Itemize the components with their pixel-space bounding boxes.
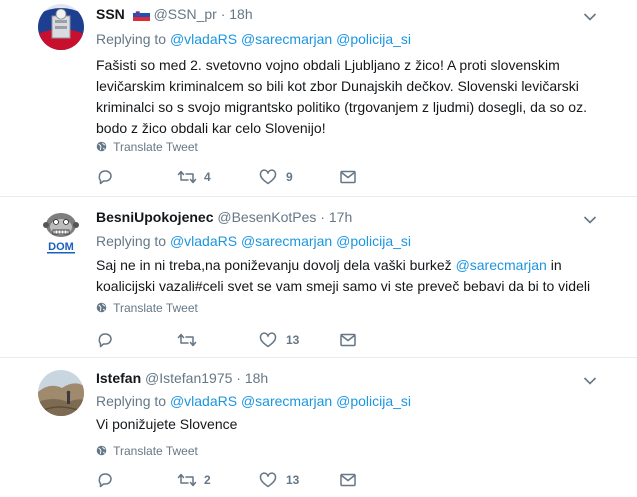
retweet-count: 4 [204, 170, 211, 184]
direct-message-button[interactable] [339, 471, 357, 491]
tweet-text-line: Fašisti so med 2. svetovno vojno obdali … [96, 57, 560, 73]
retweet-icon [177, 170, 197, 184]
separator-dot: · [320, 209, 325, 225]
reply-context: Replying to @vladaRS @sarecmarjan @polic… [96, 233, 411, 249]
user-handle[interactable]: @BesenKotPes [217, 209, 316, 225]
replying-to-label: Replying to [96, 233, 167, 249]
translate-tweet-link[interactable]: Translate Tweet [96, 301, 198, 315]
globe-icon [96, 445, 107, 456]
tweet-text-line: levičarskim kriminalcem so bili kot zbor… [96, 78, 579, 94]
envelope-icon [340, 473, 356, 487]
tweet-text-line: Vi ponižujete Slovence [96, 416, 238, 432]
tweet-item[interactable]: DOM BesniUpokojenec @BesenKotPes · 17h R… [0, 197, 637, 358]
avatar[interactable]: DOM [38, 209, 84, 255]
reply-icon [98, 170, 112, 185]
translate-label: Translate Tweet [113, 444, 198, 458]
like-button[interactable]: 9 [259, 168, 293, 188]
user-handle[interactable]: @Istefan1975 [145, 370, 232, 386]
timestamp[interactable]: 17h [329, 209, 352, 225]
retweet-button[interactable]: 4 [177, 168, 211, 188]
globe-icon [96, 141, 107, 152]
like-count: 13 [286, 333, 300, 347]
reply-button[interactable] [96, 471, 114, 491]
like-button[interactable]: 13 [259, 471, 299, 491]
mention-link[interactable]: @vladaRS [170, 393, 237, 409]
mention-link[interactable]: @policija_si [336, 393, 411, 409]
reply-icon [98, 333, 112, 348]
avatar[interactable] [38, 370, 84, 416]
heart-icon [259, 169, 277, 185]
mention-link[interactable]: @sarecmarjan [241, 31, 332, 47]
tweet-text-segment: in [546, 257, 562, 273]
chevron-down-icon[interactable] [583, 376, 597, 386]
separator-dot: · [236, 370, 241, 386]
mention-link[interactable]: @vladaRS [170, 31, 237, 47]
tweet-text-line: kriminalci so s svojo migrantsko politik… [96, 99, 587, 115]
chevron-down-icon[interactable] [583, 215, 597, 225]
avatar-logo-text: DOM [48, 241, 74, 253]
retweet-icon [177, 473, 197, 487]
envelope-icon [340, 333, 356, 347]
retweet-button[interactable] [177, 331, 197, 351]
tweet-actions: 13 [96, 331, 396, 351]
replying-to-label: Replying to [96, 393, 167, 409]
retweet-button[interactable]: 2 [177, 471, 211, 491]
envelope-icon [340, 170, 356, 184]
display-name[interactable]: Istefan [96, 370, 141, 386]
like-button[interactable]: 13 [259, 331, 299, 351]
reply-icon [98, 473, 112, 488]
tweet-item[interactable]: SSN @SSN_pr · 18h Replying to @vladaRS @… [0, 0, 637, 197]
mention-link[interactable]: @sarecmarjan [241, 393, 332, 409]
timestamp[interactable]: 18h [229, 6, 252, 22]
tweet-item[interactable]: Istefan @Istefan1975 · 18h Replying to @… [0, 358, 637, 497]
mention-link[interactable]: @policija_si [336, 31, 411, 47]
direct-message-button[interactable] [339, 168, 357, 188]
tweet-text: Saj ne in ni treba,na poniževanju dovolj… [96, 255, 596, 297]
tweet-text: Fašisti so med 2. svetovno vojno obdali … [96, 55, 596, 139]
retweet-icon [177, 333, 197, 347]
direct-message-button[interactable] [339, 331, 357, 351]
timestamp[interactable]: 18h [245, 370, 268, 386]
display-name[interactable]: BesniUpokojenec [96, 209, 213, 225]
tweet-text-line: Saj ne in ni treba,na poniževanju dovolj… [96, 255, 596, 276]
mention-link[interactable]: @policija_si [336, 233, 411, 249]
mention-link[interactable]: @sarecmarjan [456, 257, 547, 273]
reply-button[interactable] [96, 168, 114, 188]
reply-button[interactable] [96, 331, 114, 351]
translate-tweet-link[interactable]: Translate Tweet [96, 140, 198, 154]
display-name[interactable]: SSN [96, 6, 125, 22]
mention-link[interactable]: @sarecmarjan [241, 233, 332, 249]
tweet-text: Vi ponižujete Slovence [96, 414, 596, 435]
tweet-header: BesniUpokojenec @BesenKotPes · 17h [96, 209, 352, 225]
globe-icon [96, 302, 107, 313]
reply-context: Replying to @vladaRS @sarecmarjan @polic… [96, 393, 411, 409]
avatar[interactable] [38, 4, 84, 50]
translate-label: Translate Tweet [113, 301, 198, 315]
mention-link[interactable]: @vladaRS [170, 233, 237, 249]
chevron-down-icon[interactable] [583, 12, 597, 22]
separator-dot: · [220, 6, 226, 22]
heart-icon [259, 332, 277, 348]
like-count: 9 [286, 170, 293, 184]
tweet-text-line: bodo z žico obdali kar celo Slovenijo! [96, 120, 326, 136]
replying-to-label: Replying to [96, 31, 167, 47]
tweet-actions: 4 9 [96, 168, 396, 188]
heart-icon [259, 472, 277, 488]
tweet-text-segment: Saj ne in ni treba,na poniževanju dovolj… [96, 257, 456, 273]
slovenia-flag-icon [132, 9, 150, 21]
user-handle[interactable]: @SSN_pr [154, 6, 217, 22]
tweet-actions: 2 13 [96, 471, 396, 491]
tweet-text-line: koalicijski vazali#celi svet se vam smej… [96, 278, 591, 294]
reply-context: Replying to @vladaRS @sarecmarjan @polic… [96, 31, 411, 47]
translate-tweet-link[interactable]: Translate Tweet [96, 444, 198, 458]
like-count: 13 [286, 473, 300, 487]
translate-label: Translate Tweet [113, 140, 198, 154]
tweet-header: SSN @SSN_pr · 18h [96, 6, 253, 22]
tweet-header: Istefan @Istefan1975 · 18h [96, 370, 268, 386]
retweet-count: 2 [204, 473, 211, 487]
